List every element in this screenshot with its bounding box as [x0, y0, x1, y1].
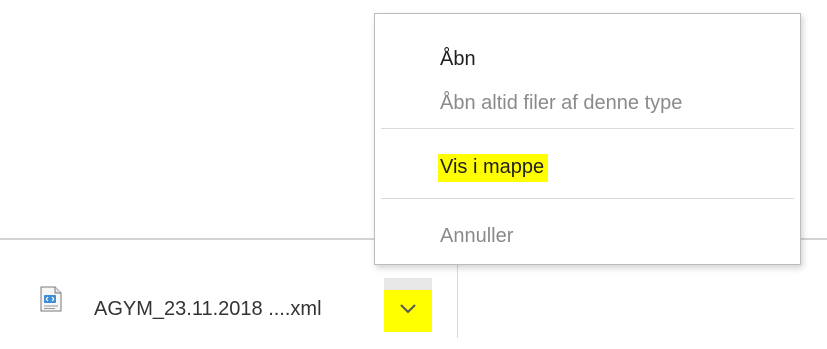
menu-item-label: Annuller	[440, 225, 514, 247]
menu-item-show-in-folder[interactable]: Vis i mappe	[375, 148, 800, 188]
menu-divider	[381, 198, 794, 199]
download-file-name[interactable]: AGYM_23.11.2018 ....xml	[94, 298, 322, 321]
menu-item-cancel: Annuller	[375, 217, 800, 257]
download-item[interactable]: AGYM_23.11.2018 ....xml	[30, 260, 455, 340]
chevron-down-icon	[398, 302, 418, 316]
download-menu-button[interactable]	[384, 278, 432, 332]
download-context-menu: Åbn Åbn altid filer af denne type Vis i …	[374, 13, 801, 265]
menu-divider	[381, 128, 794, 129]
menu-item-label: Vis i mappe	[438, 154, 549, 182]
menu-item-always-open: Åbn altid filer af denne type	[375, 84, 800, 124]
menu-item-label: Åbn	[440, 48, 476, 70]
menu-item-open[interactable]: Åbn	[375, 40, 800, 80]
xml-file-icon	[40, 286, 62, 312]
menu-item-label: Åbn altid filer af denne type	[440, 92, 683, 114]
